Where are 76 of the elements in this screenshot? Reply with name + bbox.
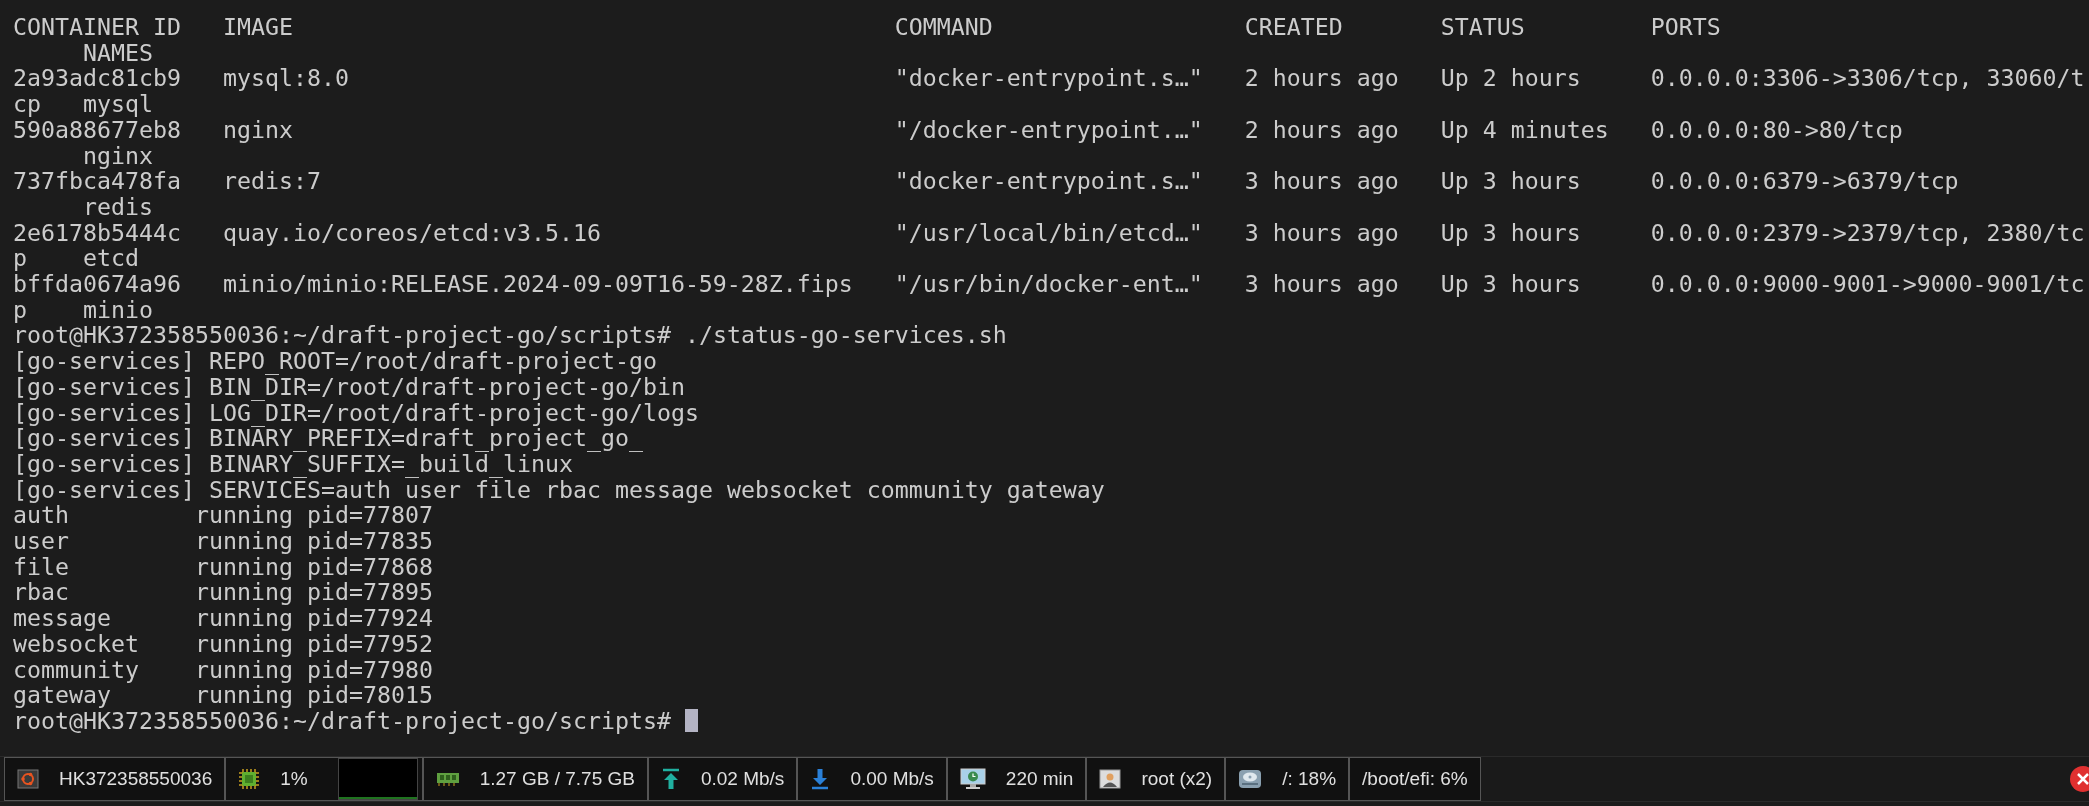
- terminal-text: p: [13, 295, 27, 323]
- upload-arrow-icon: [660, 768, 681, 790]
- terminal-text: quay.io/coreos/etcd:v3.5.16: [222, 218, 601, 246]
- terminal-text: etcd: [83, 245, 139, 272]
- terminal-text: p: [13, 244, 27, 272]
- terminal-text: redis: [83, 193, 153, 220]
- terminal-text: Up 4 minutes: [1440, 115, 1609, 143]
- terminal-text: nginx: [83, 142, 153, 169]
- terminal-text: "docker-entrypoint.s…": [894, 167, 1203, 195]
- service-status: running pid=77835: [194, 528, 433, 554]
- service-name: community: [13, 655, 139, 683]
- terminal-text: Up 3 hours: [1440, 167, 1581, 195]
- terminal-text: Up 3 hours: [1440, 218, 1581, 246]
- column-header: CREATED: [1244, 13, 1343, 40]
- terminal-text: 3 hours ago: [1244, 218, 1399, 246]
- terminal-text: 0.0.0.0:3306->3306/tcp, 33060/t: [1650, 64, 2085, 92]
- terminal-text: 2e6178b5444c: [13, 218, 181, 246]
- terminal-text: 2a93adc81cb9: [13, 64, 181, 92]
- chip-icon: [238, 768, 261, 790]
- terminal-text: mysql: [83, 91, 153, 117]
- terminal-text: minio: [83, 296, 153, 323]
- ubuntu-logo-icon: [17, 769, 39, 789]
- terminal-text: nginx: [222, 115, 293, 143]
- terminal-text: "docker-entrypoint.s…": [894, 64, 1203, 92]
- service-name: gateway: [13, 681, 111, 709]
- terminal-text: 3 hours ago: [1244, 167, 1399, 195]
- terminal-text: 0.0.0.0:6379->6379/tcp: [1650, 167, 1959, 195]
- status-text: HK372358550036: [59, 766, 213, 791]
- status-text: 0.00 Mb/s: [850, 766, 934, 791]
- terminal-text: 2 hours ago: [1244, 115, 1399, 143]
- memory-module-icon: [435, 771, 460, 787]
- column-header: NAMES: [83, 38, 153, 66]
- terminal-text: Up 3 hours: [1440, 270, 1581, 298]
- column-header: IMAGE: [222, 13, 293, 40]
- terminal-text: bffda0674a96: [13, 270, 181, 298]
- terminal-text: redis:7: [222, 167, 321, 195]
- terminal-text: 3 hours ago: [1244, 270, 1399, 298]
- column-header: STATUS: [1440, 13, 1525, 40]
- terminal-text: Up 2 hours: [1440, 64, 1581, 92]
- user-icon: [1099, 769, 1122, 789]
- service-status: running pid=77924: [194, 605, 433, 631]
- status-text: 0.02 Mb/s: [700, 766, 785, 791]
- service-name: rbac: [13, 578, 69, 606]
- column-header: COMMAND: [894, 13, 993, 40]
- service-status: running pid=77895: [194, 579, 433, 606]
- terminal-text: 2 hours ago: [1244, 64, 1399, 92]
- service-status: running pid=77868: [194, 553, 433, 580]
- close-icon[interactable]: [2069, 765, 2089, 793]
- monitor-clock-icon: [959, 768, 986, 790]
- service-status: running pid=77807: [194, 502, 433, 529]
- terminal-text: cp: [13, 90, 41, 118]
- service-name: user: [13, 527, 69, 555]
- column-header: CONTAINER ID: [13, 13, 181, 40]
- column-header: PORTS: [1650, 13, 1721, 40]
- service-name: file: [13, 552, 69, 580]
- terminal-text: mysql:8.0: [222, 64, 349, 92]
- terminal-text: 0.0.0.0:2379->2379/tcp, 2380/tc: [1650, 218, 2085, 246]
- shell-prompt: root@HK372358550036:~/draft-project-go/scripts#: [13, 708, 671, 734]
- status-text: 1%: [280, 766, 308, 791]
- status-text: /boot/efi: 6%: [1362, 766, 1468, 791]
- output-line: [go-services] REPO_ROOT=/root/draft-project-go: [13, 347, 657, 375]
- status-text: root (x2): [1141, 766, 1213, 791]
- terminal-text: "/usr/bin/docker-ent…": [894, 270, 1203, 298]
- status-text: 1.27 GB / 7.75 GB: [479, 766, 635, 791]
- terminal-text: 0.0.0.0:9000-9001->9000-9001/tc: [1650, 270, 2085, 298]
- terminal-text: minio/minio:RELEASE.2024-09-09T16-59-28Z.fips: [222, 270, 853, 298]
- terminal-text: "/usr/local/bin/etcd…": [894, 218, 1203, 246]
- service-name: message: [13, 604, 111, 632]
- download-arrow-icon: [810, 768, 831, 790]
- service-status: running pid=77980: [194, 656, 433, 683]
- status-text: 220 min: [1005, 766, 1074, 791]
- service-status: running pid=77952: [194, 630, 433, 657]
- service-status: running pid=78015: [194, 682, 433, 708]
- terminal-text: 0.0.0.0:80->80/tcp: [1650, 115, 1903, 143]
- terminal-text: "/docker-entrypoint.…": [894, 115, 1203, 143]
- status-text: /: 18%: [1282, 766, 1337, 791]
